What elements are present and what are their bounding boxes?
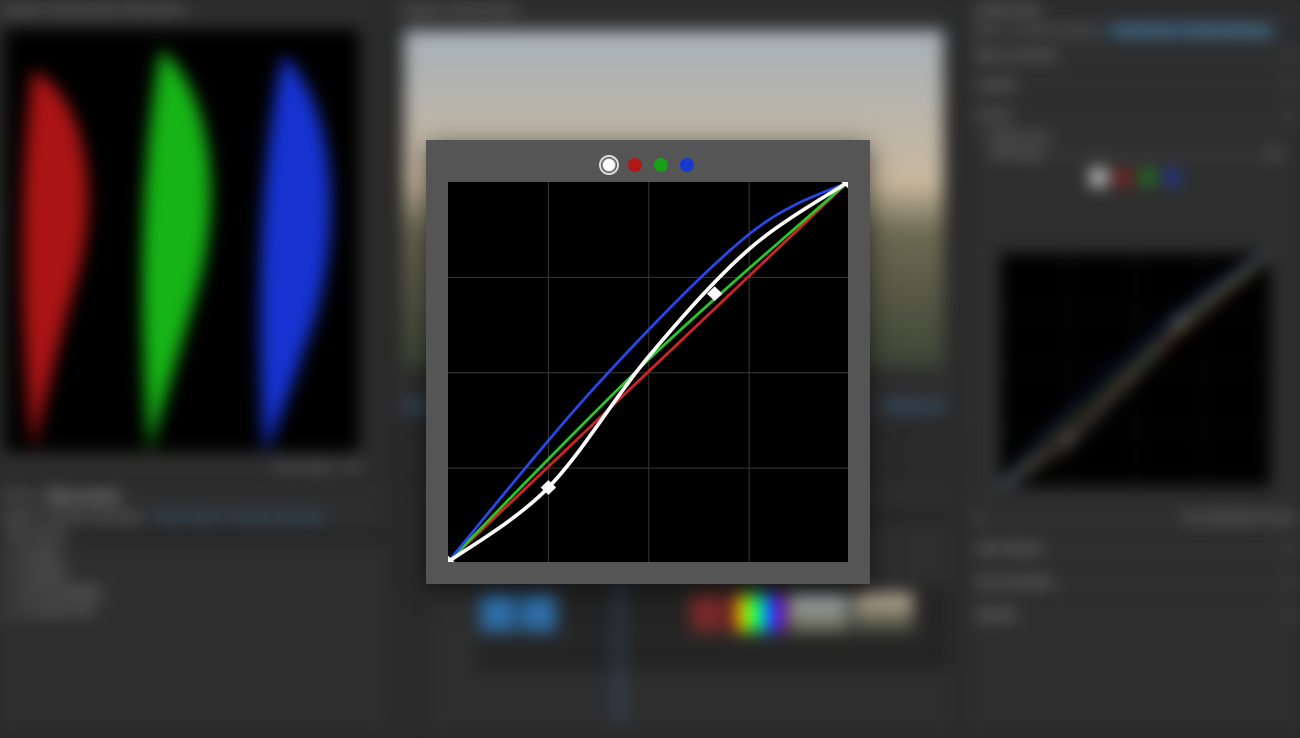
lumetri-swatch-red[interactable] [1116, 170, 1130, 184]
lumetri-scopes-panel: Scopes: Premiere (Rec.709) Units:% Clamp… [0, 0, 371, 476]
rgb-curves-graph[interactable] [448, 182, 848, 562]
lumetri-curves-mini-graph[interactable] [1000, 253, 1271, 488]
checkbox-icon[interactable] [1283, 50, 1295, 62]
lumetri-channel-swatches [965, 170, 1300, 184]
swatch-blue[interactable] [680, 158, 694, 172]
lumetri-color-panel: Lumetri Color Master * Finished Sprite.j… [964, 0, 1300, 732]
clip-1[interactable] [480, 592, 517, 632]
lumetri-curves-sub[interactable]: ▾ RGB Curves [965, 129, 1300, 144]
timeline-track-v1[interactable] [476, 587, 949, 636]
effect-breadcrumb: Master * Finished Sprite.jpg Preset Seri… [0, 507, 390, 527]
lumetri-sec-hue-sat[interactable]: ▸ Hue Saturation Curves [965, 502, 1300, 533]
curve-red[interactable] [448, 182, 848, 562]
scopes-footer: Clamp Signal IRE [272, 462, 361, 473]
effect-row-lumetri[interactable]: ▸fx Lumetri Color [2, 601, 381, 619]
lumetri-swatch-blue[interactable] [1165, 170, 1179, 184]
lumetri-sec-basic-label: Basic Correction [975, 50, 1057, 62]
parade-red [11, 28, 117, 454]
checkbox-icon[interactable] [1283, 576, 1295, 588]
lumetri-sec-creative-label: Creative [975, 79, 1017, 91]
tab-effect-controls[interactable]: Effect Controls [47, 489, 120, 501]
clip-landscape-2[interactable] [853, 592, 914, 632]
clip-2[interactable] [520, 592, 557, 632]
effect-row-opacity[interactable]: ▸fx Opacity [2, 564, 381, 582]
lumetri-sec-wheels[interactable]: Color Wheels [965, 534, 1300, 564]
lumetri-sec-vignette-label: Vignette [975, 609, 1016, 621]
checkbox-icon[interactable] [1283, 609, 1295, 621]
lumetri-hdr-row: HDR Range 100 [965, 145, 1300, 164]
lumetri-sec-wheels-label: Color Wheels [975, 543, 1042, 555]
lumetri-sec-vignette[interactable]: Vignette [965, 600, 1300, 630]
program-title: Program: Preset Series [392, 0, 956, 20]
parade-blue [246, 28, 352, 454]
lumetri-swatch-luma[interactable] [1092, 170, 1106, 184]
hdr-range-value[interactable]: 100 [1264, 149, 1281, 160]
video-effects-heading: Video Effects [2, 529, 68, 541]
checkbox-icon[interactable] [1283, 79, 1295, 91]
effect-controls-panel: Effects Effect Controls Master * Finishe… [0, 484, 391, 732]
breadcrumb-master: Master * Finished Sprite.jpg [2, 511, 140, 523]
program-tc-right: 00:00:10:15 [883, 401, 944, 413]
lumetri-sec-hue-sat-label: Hue Saturation Curves [1182, 511, 1296, 523]
lumetri-breadcrumb: Master * Finished Sprite.jpg Preset Seri… [965, 21, 1300, 40]
curve-channel-swatches [444, 158, 852, 172]
clip-3[interactable] [690, 592, 727, 632]
swatch-red[interactable] [628, 158, 642, 172]
lumetri-sec-curves[interactable]: Curves [965, 100, 1300, 130]
effect-list: ▸fx Motion ▸fx Opacity ▸Time Remapping ▸… [0, 543, 390, 621]
scopes-ire-label: IRE [344, 462, 361, 473]
hdr-range-slider[interactable] [1053, 153, 1256, 155]
checkbox-icon[interactable] [1283, 109, 1295, 121]
effect-row-motion[interactable]: ▸fx Motion [2, 546, 381, 564]
clip-bars[interactable] [733, 592, 784, 632]
lumetri-sec-hsl-label: HSL Secondary [975, 576, 1053, 588]
lumetri-sec-curves-label: Curves [975, 109, 1011, 121]
lumetri-sec-basic[interactable]: Basic Correction [965, 41, 1300, 71]
lumetri-swatch-green[interactable] [1141, 170, 1155, 184]
lumetri-title: Lumetri Color [965, 0, 1300, 21]
rgb-curves-popover [426, 140, 870, 584]
lumetri-breadcrumb-seq[interactable]: Preset Series • Finished Sprite.jpg [1107, 24, 1274, 37]
swatch-luma[interactable] [602, 158, 616, 172]
clamp-signal-toggle[interactable]: Clamp Signal [272, 462, 333, 473]
rgb-parade [4, 28, 359, 452]
scopes-title: Scopes: Premiere (Rec.709) Units:% [0, 0, 369, 20]
checkbox-icon[interactable] [1283, 543, 1295, 555]
lumetri-breadcrumb-master: Master * Finished Sprite.jpg [973, 25, 1098, 36]
clip-landscape-1[interactable] [788, 592, 849, 632]
effect-tabs: Effects Effect Controls [0, 485, 390, 506]
breadcrumb-seq[interactable]: Preset Series • Finished Sprite.jpg [153, 511, 323, 523]
tab-effects[interactable]: Effects [2, 489, 36, 501]
effect-row-time-remapping[interactable]: ▸Time Remapping [2, 582, 381, 600]
parade-green [129, 28, 235, 454]
timeline-track-a1[interactable] [476, 640, 949, 671]
lumetri-sec-creative[interactable]: Creative [965, 70, 1300, 100]
hdr-range-label: HDR Range [990, 149, 1045, 160]
swatch-green[interactable] [654, 158, 668, 172]
lumetri-sec-hsl[interactable]: HSL Secondary [965, 567, 1300, 597]
